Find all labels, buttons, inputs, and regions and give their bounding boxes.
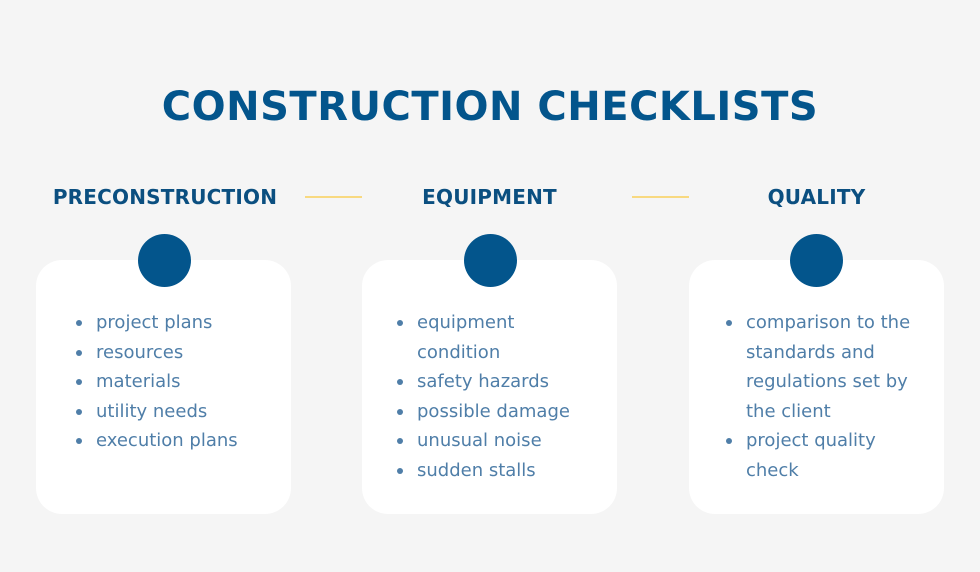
bullet-icon [397, 438, 403, 445]
column-heading-preconstruction: PRECONSTRUCTION [52, 185, 278, 209]
checklist-card-preconstruction: project plans resources materials utilit… [36, 260, 291, 514]
bullet-icon [76, 438, 82, 445]
list-item: unusual noise [397, 426, 602, 456]
bullet-icon [76, 320, 82, 326]
circle-marker-icon [464, 234, 517, 287]
bullet-icon [726, 320, 732, 326]
column-heading-quality: QUALITY [767, 185, 866, 209]
list-item-text: sudden stalls [417, 459, 536, 481]
checklist: project plans resources materials utilit… [76, 308, 276, 456]
bullet-icon [76, 379, 82, 386]
list-item: equipment condition [397, 308, 547, 367]
list-item-text: possible damage [417, 400, 570, 422]
circle-marker-icon [790, 234, 843, 287]
list-item-text: utility needs [96, 400, 208, 422]
list-item-text: project quality check [746, 430, 876, 481]
list-item-text: execution plans [96, 430, 238, 452]
list-item: resources [76, 338, 276, 368]
connector-line [632, 196, 689, 198]
bullet-icon [397, 467, 403, 474]
list-item: safety hazards [397, 367, 602, 397]
page-title: CONSTRUCTION CHECKLISTS [161, 84, 819, 130]
list-item: project quality check [726, 426, 901, 485]
list-item-text: project plans [96, 312, 213, 333]
list-item: comparison to the standards and regulati… [726, 308, 911, 426]
list-item-text: safety hazards [417, 371, 550, 393]
checklist-card-quality: comparison to the standards and regulati… [689, 260, 944, 514]
checklist-card-equipment: equipment condition safety hazards possi… [362, 260, 617, 514]
column-heading-equipment: EQUIPMENT [422, 185, 557, 209]
list-item: possible damage [397, 397, 602, 427]
circle-marker-icon [138, 234, 191, 287]
list-item: materials [76, 367, 276, 397]
list-item-text: unusual noise [417, 430, 542, 452]
list-item-text: resources [96, 341, 184, 363]
list-item: sudden stalls [397, 456, 602, 486]
list-item-text: materials [96, 371, 181, 393]
list-item-text: equipment condition [417, 312, 515, 363]
checklist: equipment condition safety hazards possi… [397, 308, 602, 486]
bullet-icon [76, 349, 82, 356]
list-item: utility needs [76, 397, 276, 427]
list-item: project plans [76, 308, 276, 338]
connector-line [305, 196, 362, 198]
bullet-icon [726, 438, 732, 445]
checklist: comparison to the standards and regulati… [726, 308, 926, 486]
bullet-icon [397, 379, 403, 386]
list-item-text: comparison to the standards and regulati… [746, 312, 911, 422]
bullet-icon [397, 320, 403, 326]
bullet-icon [76, 408, 82, 415]
bullet-icon [397, 408, 403, 415]
list-item: execution plans [76, 426, 276, 456]
